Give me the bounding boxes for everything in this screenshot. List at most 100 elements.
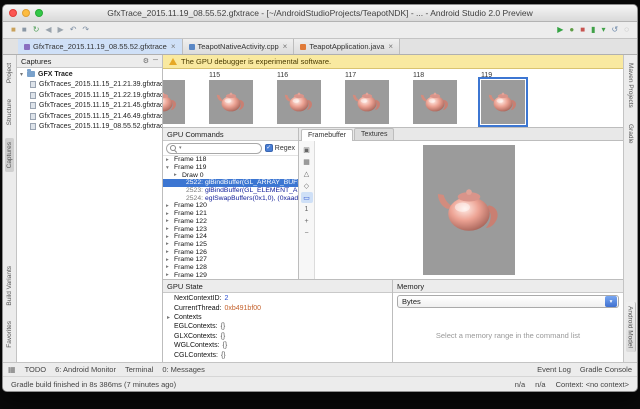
minimize-window-button[interactable] <box>22 9 30 17</box>
command-tree-row[interactable]: ▸ Draw 0 <box>163 171 298 179</box>
open-icon[interactable]: ■ <box>11 26 16 34</box>
command-tree-row[interactable]: ▸ Frame 118 <box>163 156 298 164</box>
expand-arrow-icon[interactable]: ▸ <box>166 157 172 163</box>
expand-arrow-icon[interactable]: ▸ <box>166 272 172 278</box>
command-tree-row[interactable]: ▾ Frame 119 <box>163 164 298 172</box>
framebuffer-tab[interactable]: Textures <box>354 128 394 140</box>
close-tab-icon[interactable]: × <box>283 42 288 51</box>
command-tree-row[interactable]: ▸ Frame 127 <box>163 256 298 264</box>
command-tree-row[interactable]: ▸ Frame 123 <box>163 225 298 233</box>
expand-arrow-icon[interactable]: ▸ <box>166 226 172 232</box>
editor-tab[interactable]: TeapotApplication.java × <box>294 39 400 54</box>
command-tree-row[interactable]: ▸ Frame 129 <box>163 271 298 279</box>
frame-thumbnail[interactable] <box>413 80 457 124</box>
expand-arrow-icon[interactable]: ▸ <box>166 234 172 240</box>
undo-icon[interactable]: ↶ <box>70 26 77 34</box>
run-icon[interactable]: ▶ <box>557 26 563 34</box>
stop-icon[interactable]: ■ <box>580 26 585 34</box>
expand-arrow-icon[interactable]: ▸ <box>166 257 172 263</box>
status-widget[interactable]: n/a <box>515 380 525 389</box>
zoom-out-icon[interactable]: − <box>301 228 313 239</box>
toolwindow-tab[interactable]: Project <box>5 59 14 87</box>
state-tree-row[interactable]: CurrentThread: 0xb491bf00 <box>163 303 392 312</box>
search-everywhere-icon[interactable]: ◌ <box>624 26 629 34</box>
editor-tab[interactable]: TeapotNativeActivity.cpp × <box>183 39 295 54</box>
toolwindow-button[interactable]: Terminal <box>125 365 153 374</box>
command-tree-row[interactable]: 2522: glBindBuffer(GL_ARRAY_BUFFER, 0) <box>163 179 298 187</box>
command-tree-row[interactable]: ▸ Frame 120 <box>163 202 298 210</box>
expand-arrow-icon[interactable]: ▸ <box>166 218 172 224</box>
toolwindow-button[interactable]: Event Log <box>537 365 571 374</box>
color-buffer-icon[interactable]: ▣ <box>301 144 313 155</box>
sdk-manager-icon[interactable]: ▾ <box>602 26 606 34</box>
expand-arrow-icon[interactable]: ▸ <box>166 241 172 247</box>
status-widget[interactable]: Context: <no context> <box>556 380 629 389</box>
frame-thumbnail[interactable] <box>163 80 185 124</box>
capture-item[interactable]: GfxTraces_2015.11.15_21.46.49.gfxtrace <box>17 111 162 122</box>
depth-buffer-icon[interactable]: ▦ <box>301 156 313 167</box>
wireframe-icon[interactable]: △ <box>301 168 313 179</box>
expand-arrow-icon[interactable]: ▸ <box>166 264 172 270</box>
status-message[interactable]: Gradle build finished in 8s 386ms (7 min… <box>11 380 176 389</box>
frame-thumbnail[interactable] <box>277 80 321 124</box>
hide-panel-icon[interactable]: ─ <box>153 57 158 65</box>
toolwindow-tab[interactable]: Build Variants <box>5 262 14 310</box>
redo-icon[interactable]: ↷ <box>82 26 89 34</box>
debug-icon[interactable]: ● <box>569 26 574 34</box>
regex-checkbox[interactable]: ✓ <box>265 144 273 152</box>
state-tree-row[interactable]: ▸ Contexts <box>163 313 392 322</box>
frame-thumbnail-cell[interactable]: 118 <box>413 71 457 127</box>
state-tree-row[interactable]: NextContextID: 2 <box>163 294 392 303</box>
toolwindow-tab[interactable]: Structure <box>5 95 14 129</box>
command-tree-row[interactable]: ▸ Frame 128 <box>163 264 298 272</box>
state-tree-row[interactable]: GLXContexts: {} <box>163 332 392 341</box>
toolwindow-tab[interactable]: Favorites <box>5 317 14 352</box>
frame-thumbnail-cell[interactable]: 117 <box>345 71 389 127</box>
capture-item[interactable]: GfxTraces_2015.11.15_21.22.19.gfxtrace <box>17 90 162 101</box>
command-tree-row[interactable]: ▸ Frame 121 <box>163 210 298 218</box>
backface-icon[interactable]: ◇ <box>301 180 313 191</box>
close-tab-icon[interactable]: × <box>171 42 176 51</box>
expand-arrow-icon[interactable]: ▸ <box>166 249 172 255</box>
forward-icon[interactable]: ▶ <box>58 26 64 34</box>
regex-toggle[interactable]: ✓ Regex <box>265 144 295 152</box>
sync-icon[interactable]: ↻ <box>33 26 40 34</box>
zoom-in-icon[interactable]: + <box>301 216 313 227</box>
frame-thumbnail-cell[interactable]: 115 <box>209 71 253 127</box>
status-widget[interactable]: n/a <box>535 380 545 389</box>
toolwindow-tab[interactable]: Gradle <box>626 120 635 148</box>
expand-arrow-icon[interactable]: ▾ <box>166 165 172 171</box>
expand-arrow-icon[interactable]: ▸ <box>167 314 174 321</box>
toolwindow-switcher-icon[interactable]: ▦ <box>8 365 16 374</box>
state-tree-row[interactable]: EGLContexts: {} <box>163 322 392 331</box>
zoom-window-button[interactable] <box>35 9 43 17</box>
toolwindow-tab[interactable]: Android Model <box>626 302 636 352</box>
zoom-actual-icon[interactable]: 1 <box>301 204 313 215</box>
search-history-arrow-icon[interactable]: ▾ <box>179 145 182 151</box>
search-input[interactable]: ▾ <box>166 143 262 154</box>
expand-arrow-icon[interactable]: ▾ <box>20 71 27 78</box>
toolwindow-tab[interactable]: Captures <box>5 138 14 172</box>
gear-icon[interactable]: ⚙ <box>143 57 149 65</box>
captures-root-node[interactable]: ▾ GFX Trace <box>17 69 162 80</box>
toolwindow-button[interactable]: Gradle Console <box>580 365 632 374</box>
command-tree-row[interactable]: 2524: eglSwapBuffers(0x1,0), (0xaadfec0,… <box>163 194 298 202</box>
gradle-sync-icon[interactable]: ↺ <box>612 26 619 34</box>
capture-item[interactable]: GfxTraces_2015.11.15_21.21.39.gfxtrace <box>17 80 162 91</box>
frame-thumbnail-cell[interactable]: 116 <box>277 71 321 127</box>
close-tab-icon[interactable]: × <box>388 42 393 51</box>
command-tree-row[interactable]: ▸ Frame 122 <box>163 218 298 226</box>
frame-thumbnail-cell[interactable] <box>163 71 185 127</box>
toolwindow-button[interactable]: 0: Messages <box>162 365 205 374</box>
memory-range-type-dropdown[interactable]: Bytes ▾ <box>397 295 619 308</box>
frame-thumbnail[interactable] <box>345 80 389 124</box>
expand-arrow-icon[interactable]: ▸ <box>174 172 180 178</box>
zoom-fit-icon[interactable]: ▭ <box>301 192 313 203</box>
save-all-icon[interactable]: ■ <box>22 26 27 34</box>
capture-item[interactable]: GfxTraces_2015.11.19_08.55.52.gfxtrace <box>17 122 162 133</box>
capture-item[interactable]: GfxTraces_2015.11.15_21.21.45.gfxtrace <box>17 101 162 112</box>
back-icon[interactable]: ◀ <box>45 26 51 34</box>
toolwindow-button[interactable]: TODO <box>25 365 47 374</box>
command-tree-row[interactable]: 2523: glBindBuffer(GL_ELEMENT_ARRAY_BUF <box>163 187 298 195</box>
expand-arrow-icon[interactable]: ▸ <box>166 203 172 209</box>
